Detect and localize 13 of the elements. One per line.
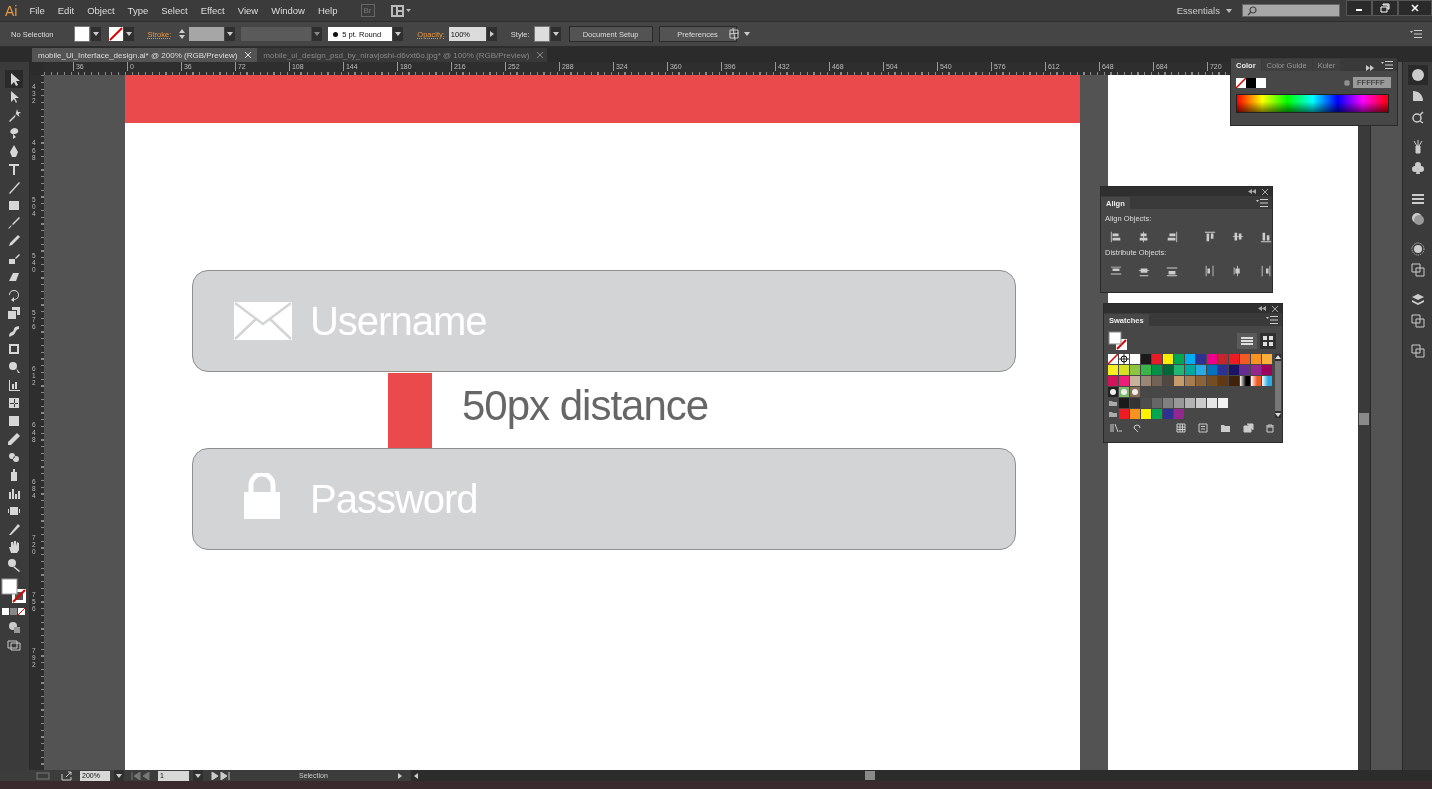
menu-item[interactable]: Edit [57,5,75,16]
menu-item[interactable]: Select [161,5,188,16]
menu-item[interactable]: View [237,5,259,16]
menu-item[interactable]: Help [317,5,338,16]
workspace-switcher[interactable]: Essentials [1176,5,1220,16]
menu-item[interactable]: Effect [200,5,225,16]
document-tab[interactable]: mobile_Ui_Interface_design.ai* @ 200% (RGB/Preview) [32,48,258,62]
spacing-label: 50px distance [461,382,709,430]
menu-item[interactable]: File [29,5,45,16]
menu-item[interactable]: Type [127,5,149,16]
app-logo: Ai [5,2,18,19]
menu-item[interactable]: Window [271,5,305,16]
menu-item[interactable]: Object [87,5,115,16]
